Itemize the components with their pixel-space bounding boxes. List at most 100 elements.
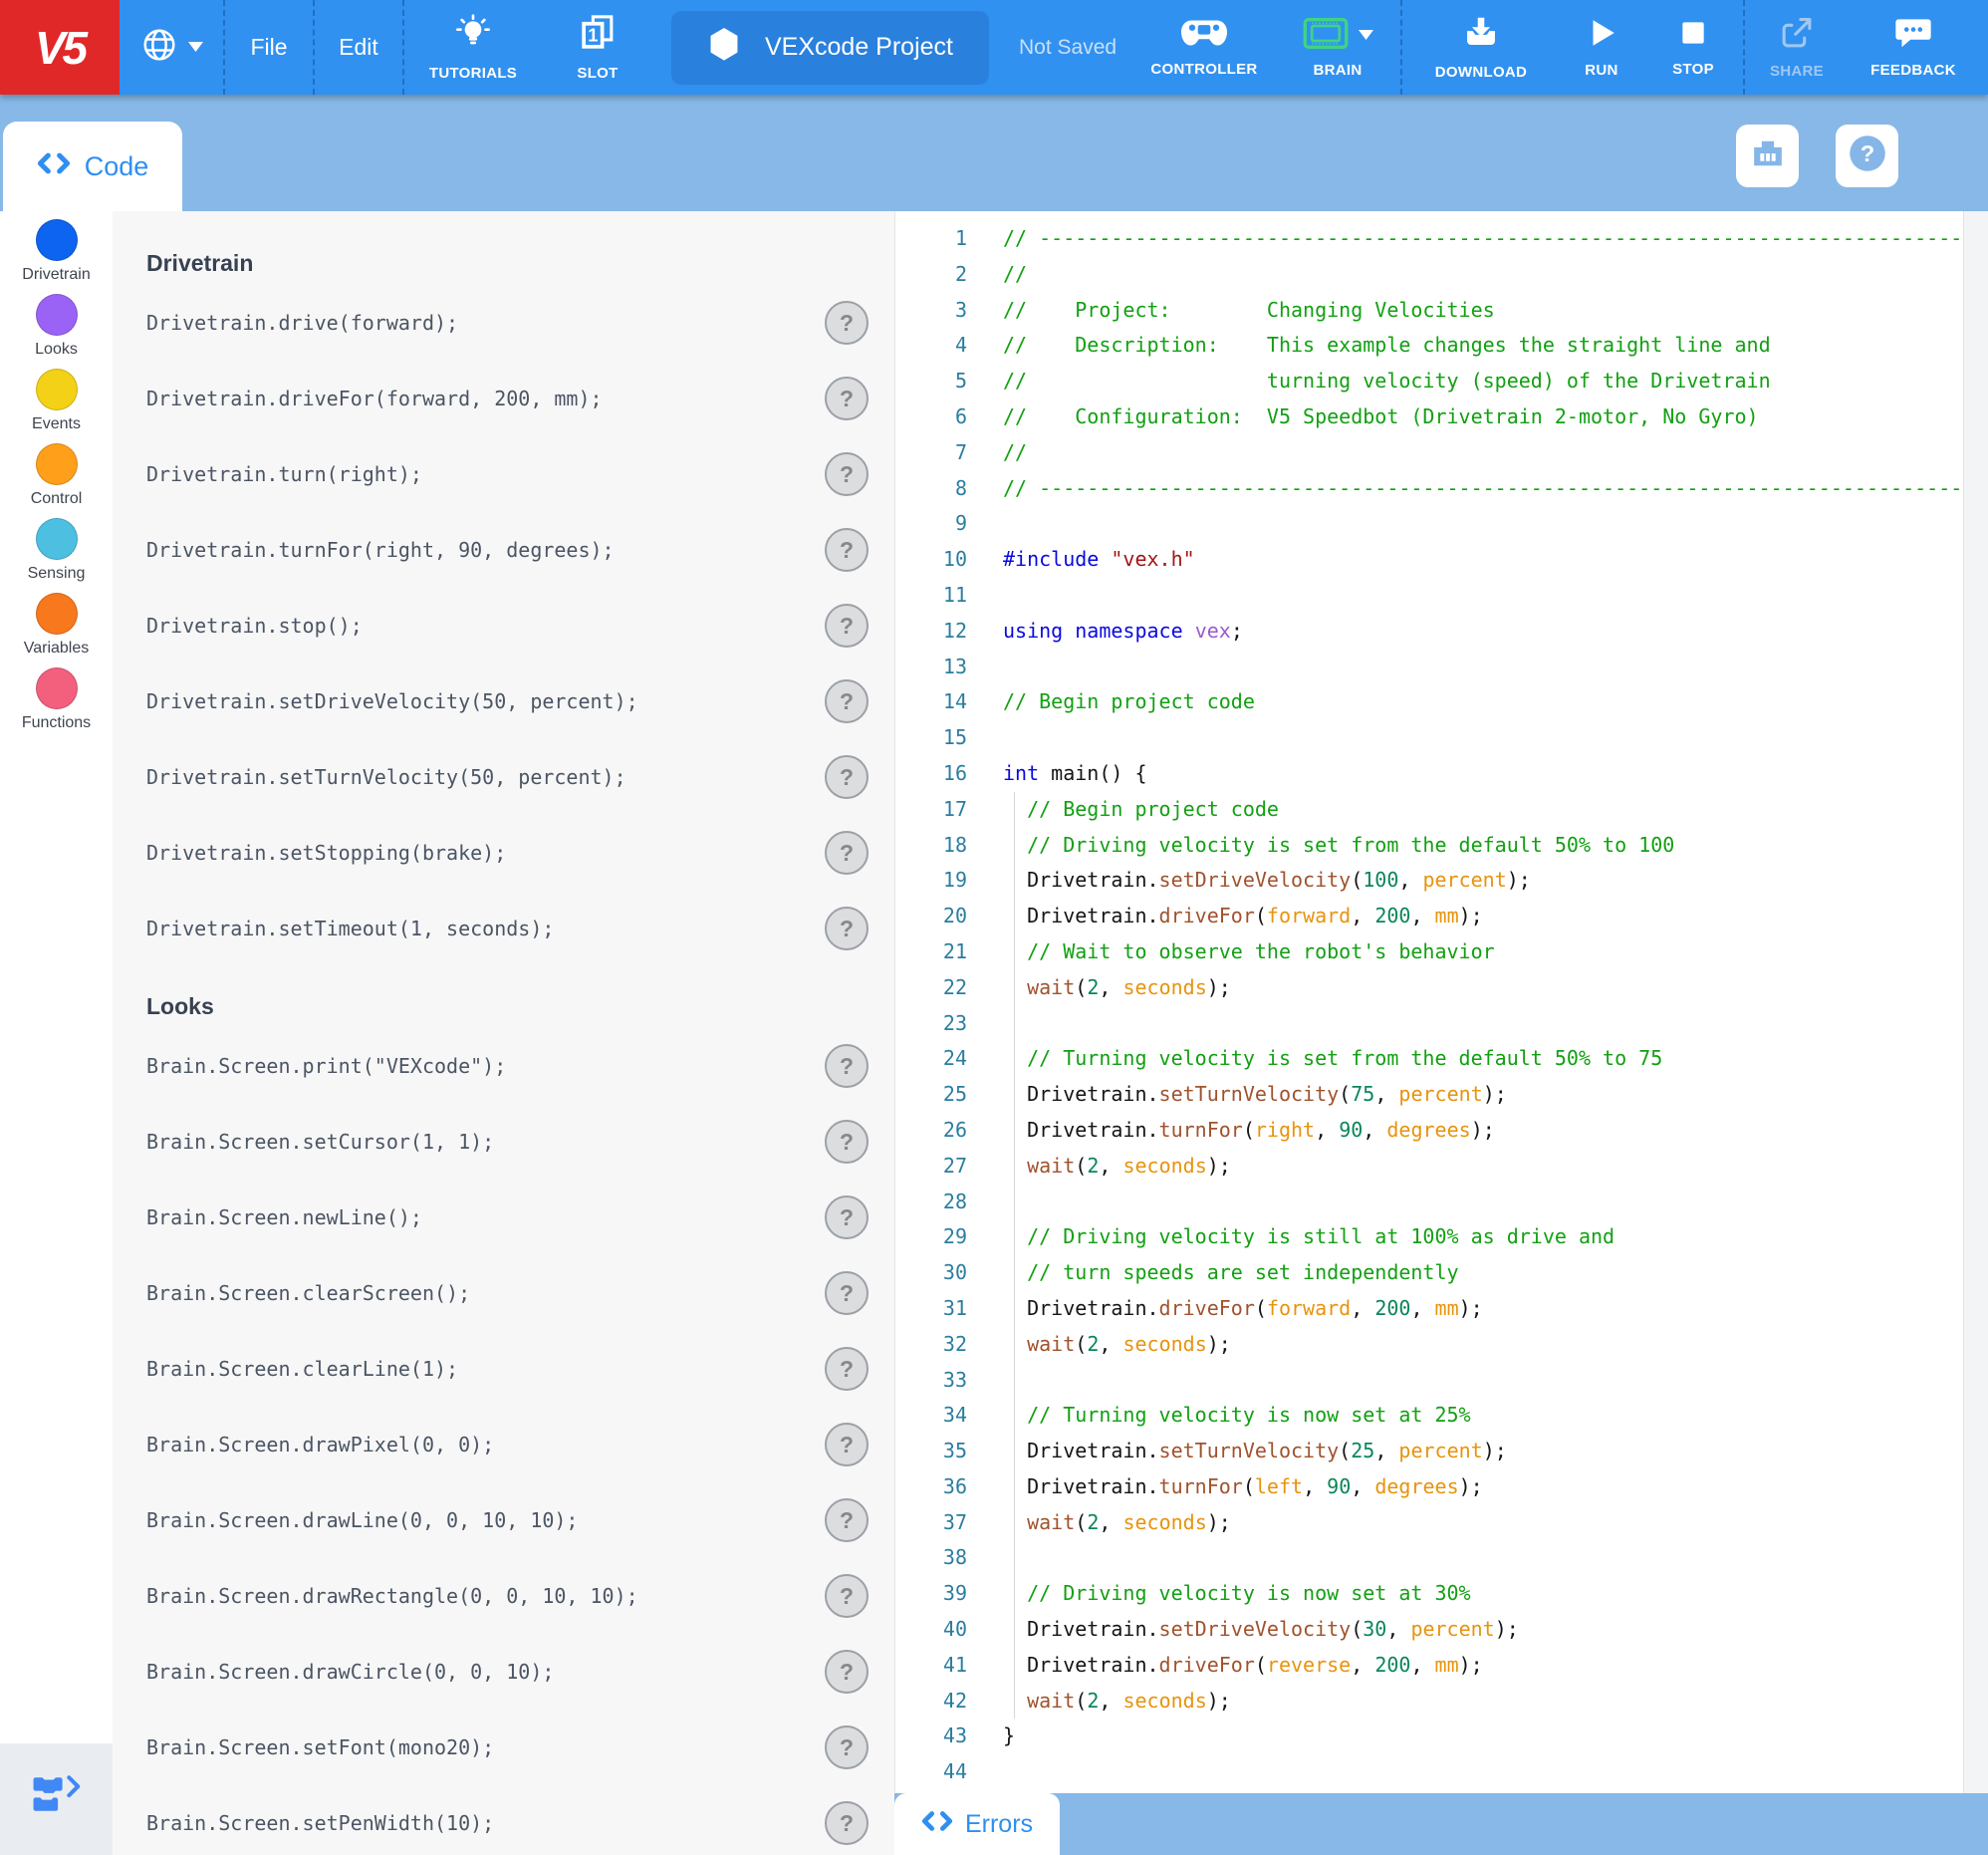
language-menu[interactable] (120, 0, 223, 95)
tab-code[interactable]: Code (3, 122, 182, 211)
code-line[interactable]: 19 Drivetrain.setDriveVelocity(100, perc… (895, 863, 1988, 899)
palette-command[interactable]: Brain.Screen.drawLine(0, 0, 10, 10); (146, 1508, 578, 1532)
palette-command[interactable]: Drivetrain.setDriveVelocity(50, percent)… (146, 689, 638, 713)
code-line[interactable]: 13 (895, 650, 1988, 685)
sidebar-item-sensing[interactable]: Sensing (22, 518, 91, 583)
code-line[interactable]: 4 // Description: This example changes th… (895, 328, 1988, 364)
command-help-button[interactable]: ? (825, 755, 869, 799)
code-line[interactable]: 9 (895, 506, 1988, 542)
help-button[interactable]: ? (1836, 125, 1898, 187)
code-line[interactable]: 10 #include "vex.h" (895, 542, 1988, 578)
slot-button[interactable]: 1 SLOT (550, 0, 645, 95)
command-help-button[interactable]: ? (825, 377, 869, 420)
palette-command[interactable]: Brain.Screen.setFont(mono20); (146, 1735, 494, 1759)
code-line[interactable]: 18 // Driving velocity is set from the d… (895, 827, 1988, 864)
palette-command[interactable]: Brain.Screen.clearScreen(); (146, 1281, 470, 1305)
code-line[interactable]: 6 // Configuration: V5 Speedbot (Drivetra… (895, 399, 1988, 435)
sidebar-item-looks[interactable]: Looks (22, 294, 91, 359)
code-line[interactable]: 38 (895, 1540, 1988, 1577)
code-line[interactable]: 21 // Wait to observe the robot's behavi… (895, 933, 1988, 970)
code-line[interactable]: 40 Drivetrain.setDriveVelocity(30, perce… (895, 1612, 1988, 1648)
code-editor[interactable]: 1 // ------------------------------------… (894, 211, 1988, 1793)
palette-command[interactable]: Drivetrain.setStopping(brake); (146, 841, 506, 865)
command-help-button[interactable]: ? (825, 1574, 869, 1618)
command-help-button[interactable]: ? (825, 1725, 869, 1769)
code-line[interactable]: 7 // (895, 435, 1988, 471)
command-help-button[interactable]: ? (825, 1347, 869, 1391)
code-line[interactable]: 11 (895, 578, 1988, 614)
sidebar-item-control[interactable]: Control (22, 443, 91, 508)
sidebar-item-variables[interactable]: Variables (22, 593, 91, 658)
palette-command[interactable]: Drivetrain.turn(right); (146, 462, 422, 486)
command-help-button[interactable]: ? (825, 679, 869, 723)
command-help-button[interactable]: ? (825, 1801, 869, 1845)
command-help-button[interactable]: ? (825, 1044, 869, 1088)
palette-command[interactable]: Drivetrain.stop(); (146, 614, 363, 638)
palette-command[interactable]: Brain.Screen.newLine(); (146, 1205, 422, 1229)
editor-scrollbar[interactable] (1963, 211, 1988, 1793)
code-line[interactable]: 17 // Begin project code (895, 791, 1988, 828)
command-help-button[interactable]: ? (825, 831, 869, 875)
code-line[interactable]: 30 // turn speeds are set independently (895, 1255, 1988, 1291)
code-line[interactable]: 36 Drivetrain.turnFor(left, 90, degrees)… (895, 1468, 1988, 1505)
edit-menu[interactable]: Edit (315, 0, 402, 95)
command-help-button[interactable]: ? (825, 1498, 869, 1542)
download-button[interactable]: DOWNLOAD (1406, 0, 1556, 95)
code-line[interactable]: 15 (895, 720, 1988, 756)
share-button[interactable]: SHARE (1749, 0, 1845, 95)
palette-command[interactable]: Drivetrain.setTurnVelocity(50, percent); (146, 765, 626, 789)
tab-errors[interactable]: Errors (894, 1793, 1060, 1855)
tutorials-button[interactable]: TUTORIALS (404, 0, 542, 95)
palette-command[interactable]: Brain.Screen.clearLine(1); (146, 1357, 458, 1381)
command-help-button[interactable]: ? (825, 528, 869, 572)
code-line[interactable]: 32 wait(2, seconds); (895, 1326, 1988, 1363)
stop-button[interactable]: STOP (1647, 0, 1739, 95)
code-line[interactable]: 20 Drivetrain.driveFor(forward, 200, mm)… (895, 899, 1988, 934)
palette-command[interactable]: Drivetrain.drive(forward); (146, 311, 458, 335)
palette-command[interactable]: Brain.Screen.setPenWidth(10); (146, 1811, 494, 1835)
sidebar-item-functions[interactable]: Functions (22, 667, 91, 732)
code-line[interactable]: 27 wait(2, seconds); (895, 1148, 1988, 1185)
code-line[interactable]: 5 // turning velocity (speed) of the Driv… (895, 364, 1988, 399)
code-line[interactable]: 34 // Turning velocity is now set at 25% (895, 1398, 1988, 1434)
code-line[interactable]: 2 // (895, 257, 1988, 293)
code-line[interactable]: 23 (895, 1005, 1988, 1042)
code-line[interactable]: 31 Drivetrain.driveFor(forward, 200, mm)… (895, 1290, 1988, 1327)
code-line[interactable]: 35 Drivetrain.setTurnVelocity(25, percen… (895, 1434, 1988, 1469)
code-line[interactable]: 3 // Project: Changing Velocities (895, 293, 1988, 329)
code-line[interactable]: 26 Drivetrain.turnFor(right, 90, degrees… (895, 1112, 1988, 1149)
code-line[interactable]: 12 using namespace vex; (895, 614, 1988, 650)
sidebar-item-events[interactable]: Events (22, 369, 91, 433)
code-line[interactable]: 28 (895, 1184, 1988, 1220)
brain-button[interactable]: BRAIN (1279, 0, 1396, 95)
command-help-button[interactable]: ? (825, 1650, 869, 1694)
file-menu[interactable]: File (225, 0, 313, 95)
code-line[interactable]: 8 // ------------------------------------… (895, 471, 1988, 507)
code-line[interactable]: 24 // Turning velocity is set from the d… (895, 1041, 1988, 1077)
run-button[interactable]: RUN (1556, 0, 1647, 95)
blocks-toggle-icon[interactable] (31, 1775, 83, 1818)
feedback-button[interactable]: FEEDBACK (1845, 0, 1982, 95)
sidebar-item-drivetrain[interactable]: Drivetrain (22, 219, 91, 284)
code-line[interactable]: 33 (895, 1362, 1988, 1399)
controller-button[interactable]: CONTROLLER (1129, 0, 1279, 95)
code-line[interactable]: 37 wait(2, seconds); (895, 1504, 1988, 1541)
code-line[interactable]: 1 // ------------------------------------… (895, 221, 1988, 257)
code-line[interactable]: 14 // Begin project code (895, 684, 1988, 720)
code-line[interactable]: 43} (895, 1719, 1988, 1754)
palette-command[interactable]: Brain.Screen.drawCircle(0, 0, 10); (146, 1660, 554, 1684)
palette-command[interactable]: Drivetrain.setTimeout(1, seconds); (146, 917, 554, 940)
code-line[interactable]: 22 wait(2, seconds); (895, 969, 1988, 1006)
palette-command[interactable]: Drivetrain.driveFor(forward, 200, mm); (146, 387, 603, 410)
command-help-button[interactable]: ? (825, 1195, 869, 1239)
code-line[interactable]: 44 (895, 1754, 1988, 1790)
code-line[interactable]: 29 // Driving velocity is still at 100% … (895, 1219, 1988, 1255)
palette-command[interactable]: Brain.Screen.drawRectangle(0, 0, 10, 10)… (146, 1584, 638, 1608)
palette-command[interactable]: Brain.Screen.setCursor(1, 1); (146, 1130, 494, 1154)
command-help-button[interactable]: ? (825, 301, 869, 345)
command-help-button[interactable]: ? (825, 604, 869, 648)
code-line[interactable]: 42 wait(2, seconds); (895, 1683, 1988, 1720)
palette-command[interactable]: Drivetrain.turnFor(right, 90, degrees); (146, 538, 615, 562)
command-help-button[interactable]: ? (825, 452, 869, 496)
code-line[interactable]: 41 Drivetrain.driveFor(reverse, 200, mm)… (895, 1647, 1988, 1684)
